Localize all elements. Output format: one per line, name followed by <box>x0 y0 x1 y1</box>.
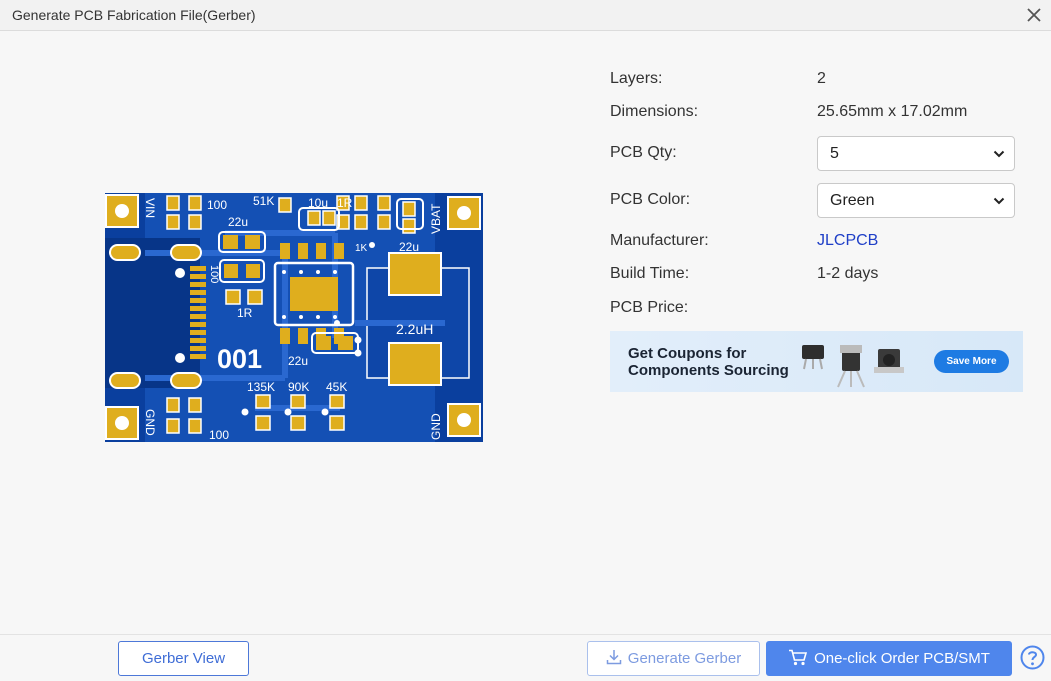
silk-c10u: 10u <box>308 196 328 210</box>
generate-gerber-label: Generate Gerber <box>627 650 742 667</box>
color-select-value: Green <box>830 192 875 209</box>
download-icon <box>606 650 622 665</box>
coupon-banner[interactable]: Get Coupons for Components Sourcing Save… <box>610 331 1023 392</box>
one-click-order-button[interactable]: One-click Order PCB/SMT <box>766 641 1012 676</box>
dimensions-label: Dimensions: <box>610 103 699 120</box>
color-select[interactable]: Green <box>817 183 1015 218</box>
window-title: Generate PCB Fabrication File(Gerber) <box>12 7 256 23</box>
dimensions-value: 25.65mm x 17.02mm <box>817 103 968 120</box>
banner-line-2: Components Sourcing <box>628 362 789 379</box>
close-icon[interactable] <box>1025 6 1043 24</box>
silk-board-id: 001 <box>217 344 262 374</box>
banner-text: Get Coupons for Components Sourcing <box>628 345 789 379</box>
chevron-down-icon <box>993 197 1005 205</box>
color-label: PCB Color: <box>610 191 691 208</box>
silk-gnd-right: GND <box>429 413 443 440</box>
silk-r90k: 90K <box>288 380 309 394</box>
generate-gerber-button[interactable]: Generate Gerber <box>587 641 760 676</box>
silk-r1r-top: 1R <box>337 196 353 210</box>
cart-icon <box>789 649 808 666</box>
qty-label: PCB Qty: <box>610 144 677 161</box>
layers-label: Layers: <box>610 70 663 87</box>
build-time-label: Build Time: <box>610 265 690 282</box>
layers-value: 2 <box>817 70 826 87</box>
silk-c22u-right: 22u <box>399 240 419 254</box>
silk-c22u-left: 22u <box>228 215 248 229</box>
components-image <box>802 345 904 388</box>
inductor-pad-top <box>388 252 442 296</box>
silk-r51k: 51K <box>253 194 274 208</box>
silk-r1r-mid: 1R <box>237 306 253 320</box>
manufacturer-label: Manufacturer: <box>610 232 709 249</box>
silk-r45k: 45K <box>326 380 347 394</box>
silk-vbat: VBAT <box>429 203 443 234</box>
title-bar: Generate PCB Fabrication File(Gerber) <box>0 0 1051 31</box>
silk-r1k: 1K <box>355 243 368 254</box>
inductor-pad-bottom <box>388 342 442 386</box>
build-time-value: 1-2 days <box>817 265 879 282</box>
qty-select[interactable]: 5 <box>817 136 1015 171</box>
silk-gnd-left: GND <box>143 409 157 436</box>
save-more-button[interactable]: Save More <box>934 350 1009 373</box>
price-label: PCB Price: <box>610 299 689 316</box>
chevron-down-icon <box>993 150 1005 158</box>
qty-select-value: 5 <box>830 145 839 162</box>
manufacturer-link[interactable]: JLCPCB <box>817 232 878 250</box>
banner-line-1: Get Coupons for <box>628 345 747 362</box>
silk-inductor: 2.2uH <box>396 321 433 337</box>
silk-r100-top: 100 <box>207 198 227 212</box>
gerber-view-button[interactable]: Gerber View <box>118 641 249 676</box>
help-icon[interactable] <box>1020 645 1045 670</box>
pcb-preview: VIN GND VBAT GND 100 51K 10u 1R 22u 1K 2… <box>105 193 483 442</box>
one-click-order-label: One-click Order PCB/SMT <box>814 650 990 667</box>
silk-vin: VIN <box>143 198 157 218</box>
silk-c22u-bottom: 22u <box>288 354 308 368</box>
silk-r100-bottom: 100 <box>209 428 229 442</box>
silk-r135k: 135K <box>247 380 275 394</box>
silk-r100-side: 100 <box>208 265 220 283</box>
